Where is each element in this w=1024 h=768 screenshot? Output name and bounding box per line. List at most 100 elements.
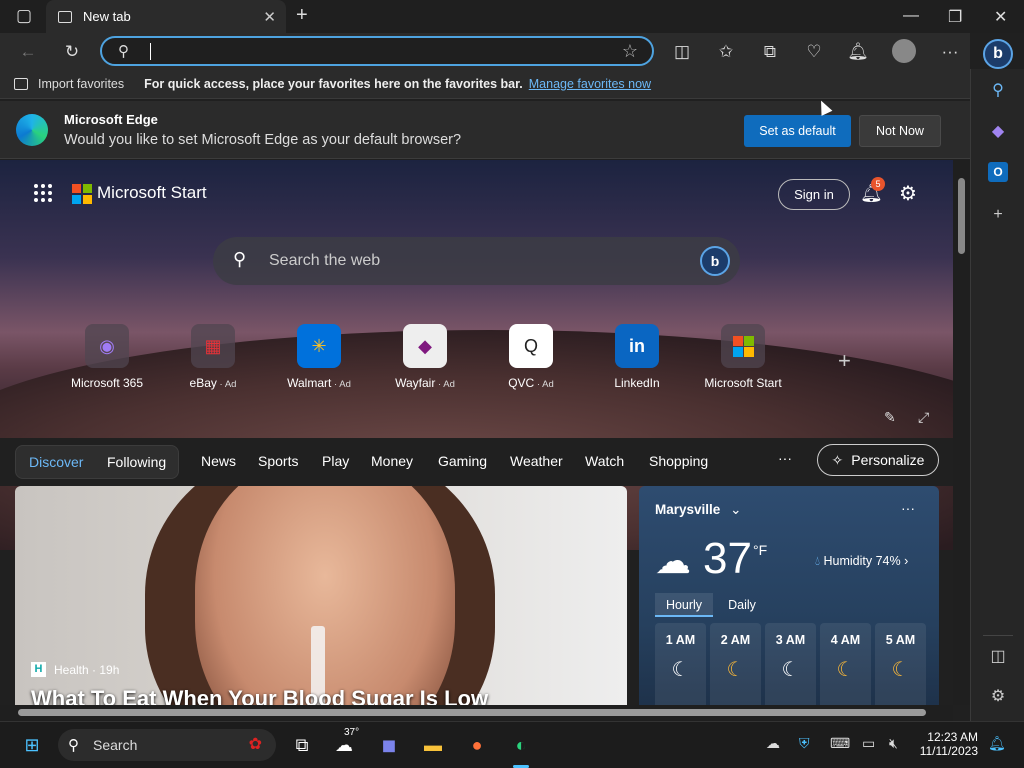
not-now-button[interactable]: Not Now [859, 115, 941, 147]
quicklink-walmart[interactable]: ✳ Walmart · Ad [264, 324, 374, 390]
search-icon: ⚲ [233, 249, 247, 269]
weather-temp: 37 [703, 534, 752, 583]
address-bar[interactable]: ⚲ ☆ [100, 36, 654, 66]
browser-essentials-icon[interactable]: ♡ [803, 41, 825, 63]
horizontal-scroll-thumb[interactable] [18, 709, 926, 716]
nav-money[interactable]: Money [371, 453, 413, 469]
back-icon[interactable]: ← [17, 41, 39, 63]
settings-more-icon[interactable]: ··· [939, 41, 961, 63]
vertical-scrollbar[interactable] [953, 160, 970, 705]
sidebar-settings-icon[interactable]: ⚙ [988, 687, 1008, 707]
notification-center-icon[interactable]: 🔔︎ [988, 735, 1006, 752]
start-button-icon[interactable]: ⊞ [19, 732, 45, 758]
quicklink-linkedin[interactable]: in LinkedIn [582, 324, 692, 390]
display-icon[interactable]: ▭ [862, 735, 875, 752]
web-search-box[interactable]: ⚲ Search the web b [213, 237, 740, 285]
manage-favorites-link[interactable]: Manage favorites now [529, 77, 651, 91]
ad-label: · Ad [331, 379, 351, 390]
page-settings-icon[interactable]: ⚙ [899, 181, 917, 206]
import-favorites-button[interactable]: Import favorites [14, 77, 124, 91]
collections-icon[interactable]: ⧉ [759, 41, 781, 63]
task-view-icon[interactable]: ⧉ [289, 732, 315, 758]
tab-new-tab[interactable]: New tab ✕ [46, 0, 286, 33]
hourly-forecast-item[interactable]: 4 AM ☾ [820, 623, 871, 705]
sidebar-outlook-icon[interactable]: O [988, 162, 1008, 182]
personalize-button[interactable]: ✧ Personalize [817, 444, 939, 476]
ad-label: · Ad [216, 379, 237, 390]
bing-chat-icon[interactable]: b [700, 246, 730, 276]
quicklink-qvc[interactable]: Q QVC · Ad [476, 324, 586, 390]
weather-tabs: Hourly Daily [655, 593, 771, 617]
clock[interactable]: 12:23 AM 11/11/2023 [916, 730, 978, 758]
nav-play[interactable]: Play [322, 453, 349, 469]
sidebar-bing-icon[interactable]: b [983, 39, 1013, 69]
vertical-scroll-thumb[interactable] [958, 178, 965, 254]
sign-in-button[interactable]: Sign in [778, 179, 850, 210]
quicklink-ebay[interactable]: ▦ eBay · Ad [158, 324, 268, 390]
background-edit-icon[interactable]: ✎ [884, 409, 896, 426]
cloud-sync-icon[interactable]: ☁︎ [766, 735, 780, 752]
nav-weather[interactable]: Weather [510, 453, 563, 469]
sidebar-copilot-icon[interactable]: ◆ [988, 122, 1008, 142]
minimize-button[interactable]: — [903, 7, 919, 25]
add-shortcut-icon[interactable]: + [838, 348, 851, 374]
refresh-icon[interactable]: ↻ [61, 41, 83, 63]
more-categories-button[interactable]: ··· [778, 450, 792, 466]
split-screen-icon[interactable]: ◫ [671, 41, 693, 63]
article-headline[interactable]: What To Eat When Your Blood Sugar Is Low [31, 686, 488, 705]
horizontal-scrollbar[interactable] [0, 705, 953, 721]
humidity-label: Humidity 74% [823, 554, 901, 568]
sidebar-search-icon[interactable]: ⚲ [988, 81, 1008, 101]
teams-chat-icon[interactable]: ◼ [376, 732, 402, 758]
sidebar-add-icon[interactable]: + [988, 205, 1008, 225]
keyboard-icon[interactable]: ⌨ [830, 735, 850, 752]
tab-hourly[interactable]: Hourly [655, 593, 713, 617]
file-explorer-icon[interactable]: ▬ [420, 732, 446, 758]
nav-watch[interactable]: Watch [585, 453, 624, 469]
hourly-forecast-item[interactable]: 5 AM ☾ [875, 623, 926, 705]
hourly-forecast-item[interactable]: 1 AM ☾ [655, 623, 706, 705]
taskbar-search[interactable]: ⚲ Search ✿ [58, 729, 276, 761]
quicklink-microsoft-365[interactable]: ◉ Microsoft 365 [52, 324, 162, 390]
close-tab-icon[interactable]: ✕ [263, 8, 276, 26]
hourly-forecast-item[interactable]: 2 AM ☾ [710, 623, 761, 705]
weather-more-icon[interactable]: ··· [901, 500, 915, 516]
defender-shield-icon[interactable]: ⛨ [799, 735, 810, 752]
favorite-star-icon[interactable]: ☆ [622, 41, 638, 62]
edge-taskbar-icon[interactable]: ◐ [508, 732, 534, 758]
new-tab-button[interactable]: + [296, 4, 308, 27]
restore-button[interactable]: ❐ [948, 7, 962, 27]
featured-article-card[interactable]: H Health · 19h What To Eat When Your Bloo… [15, 486, 627, 705]
quicklink-microsoft-start[interactable]: Microsoft Start [688, 324, 798, 390]
volume-icon[interactable]: 🔇︎ [889, 735, 898, 752]
hour-label: 3 AM [775, 633, 806, 647]
set-as-default-button[interactable]: Set as default [744, 115, 851, 147]
nav-shopping[interactable]: Shopping [649, 453, 708, 469]
expand-icon[interactable]: ⤢ [918, 409, 929, 426]
quicklink-wayfair[interactable]: ◆ Wayfair · Ad [370, 324, 480, 390]
hour-label: 2 AM [720, 633, 751, 647]
flower-icon: ✿ [248, 736, 262, 753]
nav-gaming[interactable]: Gaming [438, 453, 487, 469]
favorites-message: For quick access, place your favorites h… [144, 76, 523, 91]
weather-location[interactable]: Marysville ⌄ [655, 502, 741, 518]
tab-discover[interactable]: Discover [29, 454, 83, 470]
hour-label: 1 AM [665, 633, 696, 647]
profile-avatar-icon[interactable] [892, 39, 916, 63]
tab-following[interactable]: Following [107, 454, 166, 470]
close-window-button[interactable]: ✕ [994, 7, 1007, 27]
ad-label: · Ad [534, 379, 554, 390]
sidebar-hide-icon[interactable]: ◫ [988, 647, 1008, 667]
nav-news[interactable]: News [201, 453, 236, 469]
tab-daily[interactable]: Daily [713, 593, 771, 617]
humidity-link[interactable]: 💧︎ Humidity 74% › [815, 554, 908, 569]
cloudy-moon-icon: ☾ [781, 659, 800, 681]
nav-sports[interactable]: Sports [258, 453, 298, 469]
notifications-icon[interactable]: 🔔︎ [847, 41, 869, 63]
firefox-icon[interactable]: ● [464, 732, 490, 758]
hourly-forecast-item[interactable]: 3 AM ☾ [765, 623, 816, 705]
favorites-icon[interactable]: ✩ [715, 41, 737, 63]
app-launcher-icon[interactable] [34, 184, 52, 202]
search-placeholder[interactable]: Search the web [269, 252, 380, 270]
tab-actions-icon[interactable]: ▢ [13, 5, 35, 27]
